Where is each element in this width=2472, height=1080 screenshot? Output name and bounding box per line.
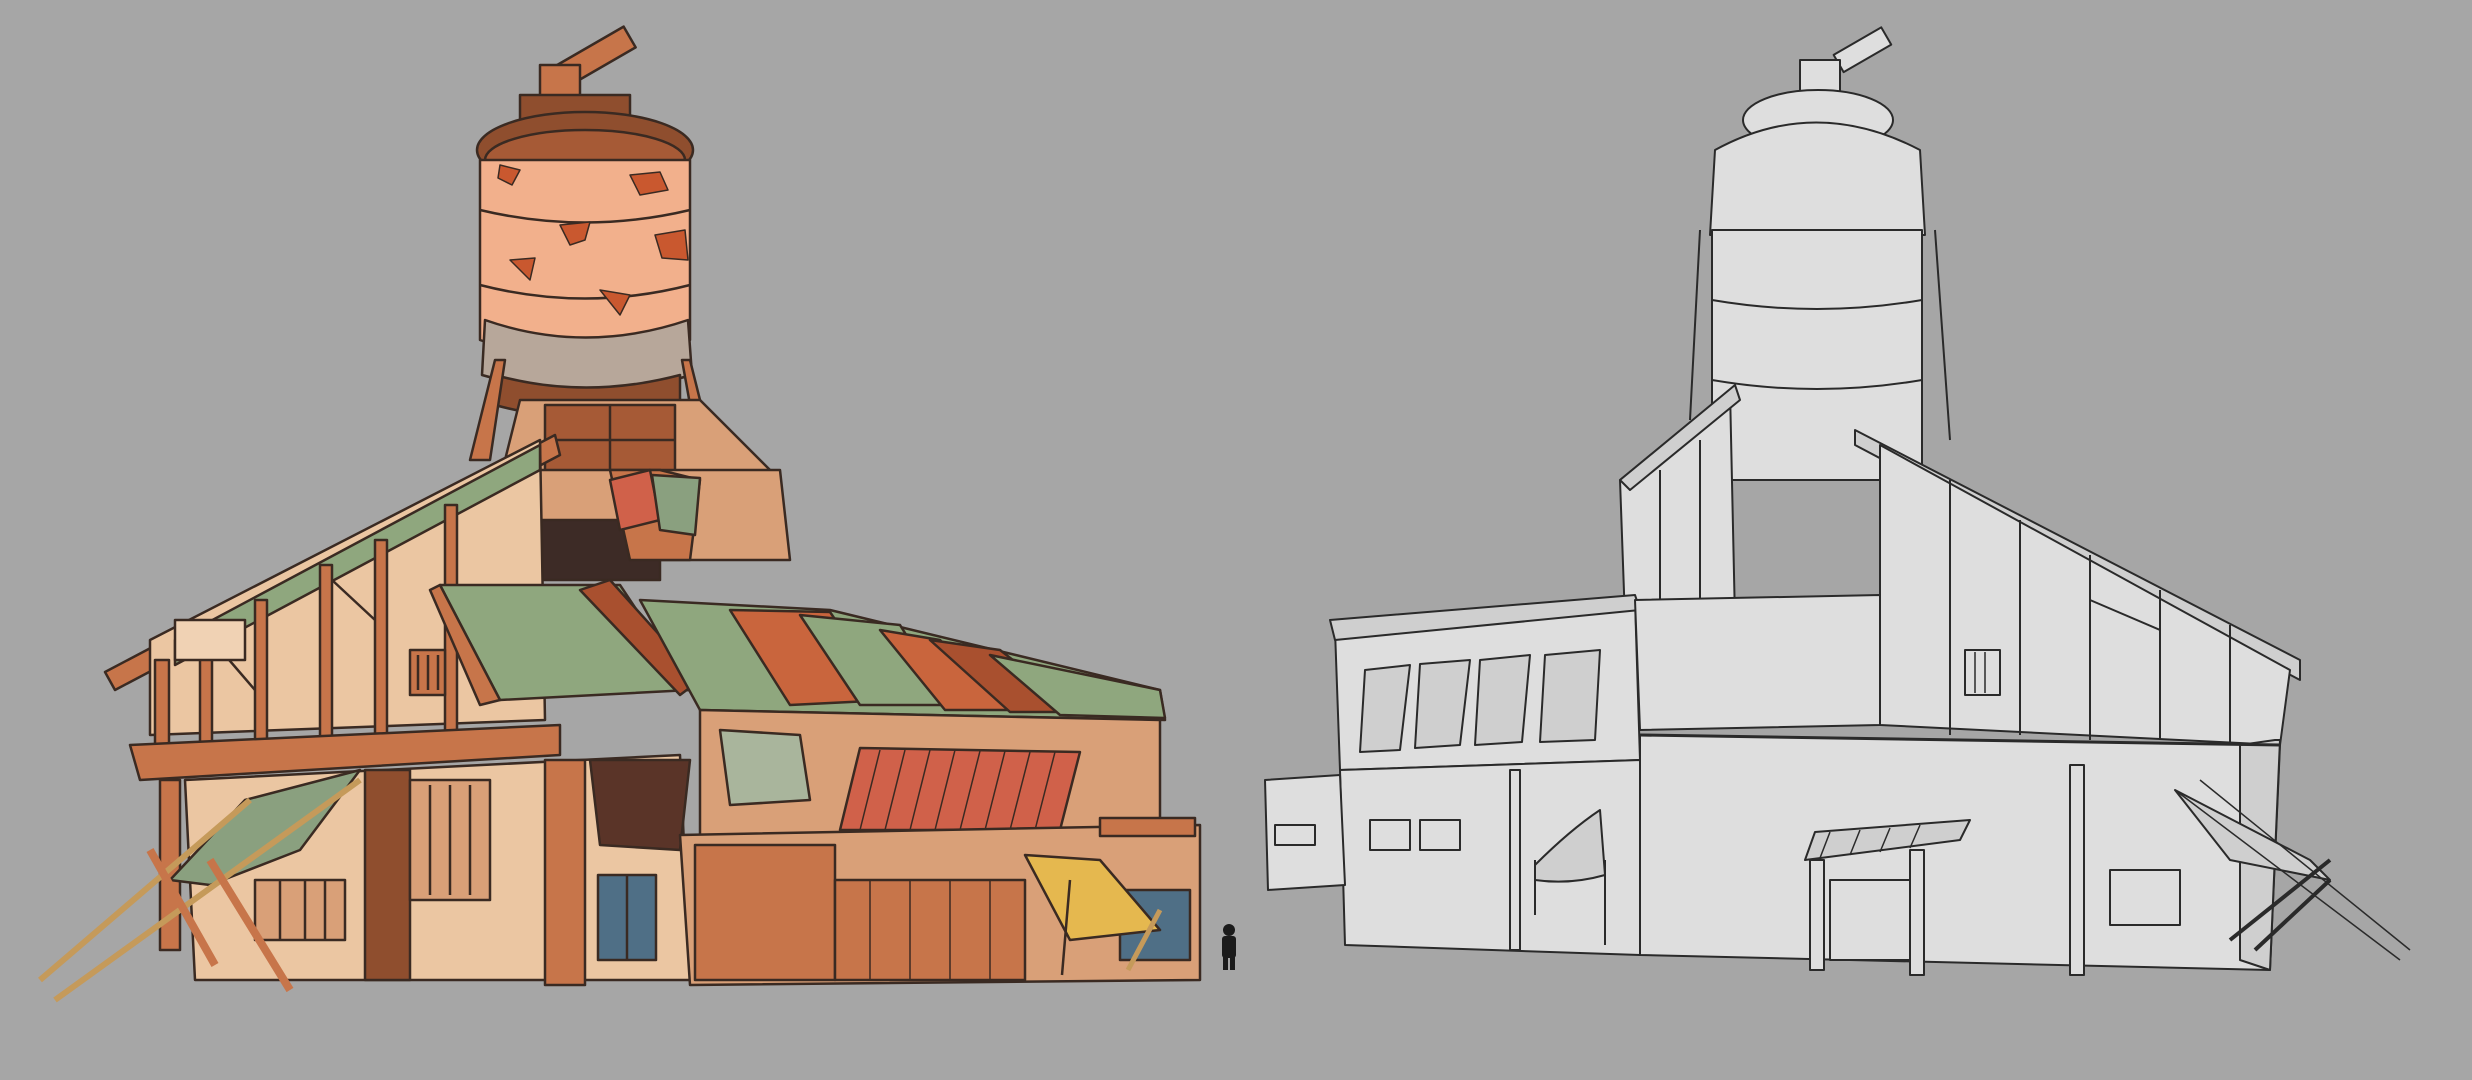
concept-art-canvas (0, 0, 2472, 1080)
red-awning (838, 746, 1082, 832)
hanging-cloth-green (650, 473, 702, 537)
concept-art-svg (0, 0, 2472, 1080)
lineart-ground-main (1639, 734, 2281, 971)
